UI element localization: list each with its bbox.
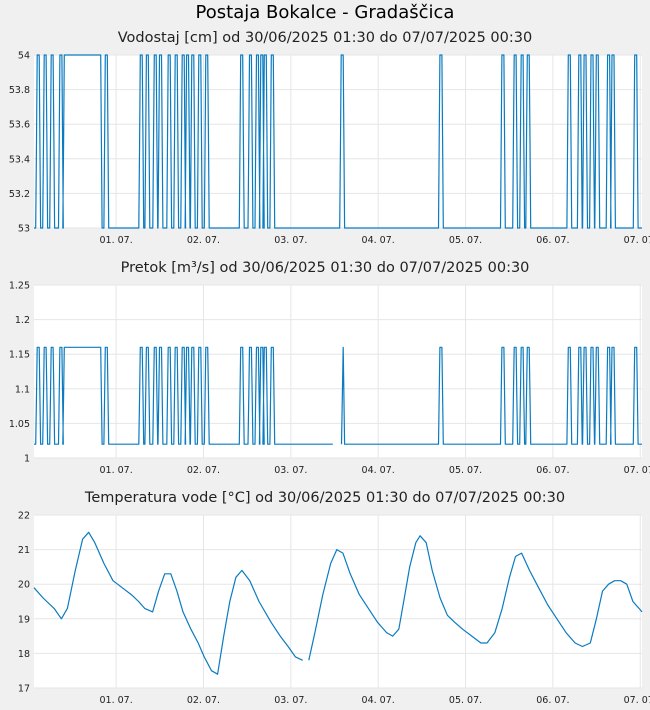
temperatura-xtick-label: 04. 07. xyxy=(362,695,395,706)
pretok-xtick-label: 02. 07. xyxy=(187,465,220,476)
vodostaj-xtick-label: 06. 07. xyxy=(536,235,569,246)
vodostaj-ytick-label: 53.4 xyxy=(9,154,30,165)
vodostaj-xtick-label: 03. 07. xyxy=(274,235,307,246)
chart-vodostaj: 53 53.2 53.4 53.6 53.8 54 01. 07. 02. 07. 03. 07… xyxy=(9,51,650,247)
pretok-ytick-label: 1.2 xyxy=(15,315,30,326)
temperatura-ytick-label: 21 xyxy=(18,545,30,556)
vodostaj-ytick-label: 53 xyxy=(18,224,30,235)
chart-temperatura: 17 18 19 20 21 22 01. 07. 02. 07. 03. 07. 04. 07.… xyxy=(18,511,650,707)
temperatura-plot-area xyxy=(34,515,642,688)
pretok-plot-area xyxy=(34,285,642,458)
pretok-ytick-label: 1.1 xyxy=(15,384,30,395)
vodostaj-xtick-label: 01. 07. xyxy=(99,235,132,246)
pretok-ytick-label: 1.15 xyxy=(9,350,30,361)
pretok-xtick-label: 05. 07. xyxy=(449,465,482,476)
vodostaj-xtick-label: 07. 07. xyxy=(624,235,650,246)
temperatura-xtick-label: 06. 07. xyxy=(536,695,569,706)
pretok-ytick-label: 1.05 xyxy=(9,419,30,430)
pretok-xtick-label: 06. 07. xyxy=(536,465,569,476)
pretok-xtick-label: 01. 07. xyxy=(99,465,132,476)
temperatura-ytick-label: 22 xyxy=(18,511,30,522)
vodostaj-xtick-label: 04. 07. xyxy=(362,235,395,246)
chart-pretok: 1 1.05 1.1 1.15 1.2 1.25 01. 07. 02. 07. 03. 07.… xyxy=(9,281,650,477)
vodostaj-ytick-label: 53.6 xyxy=(9,120,30,131)
temperatura-xtick-label: 07. 07. xyxy=(624,695,650,706)
temperatura-xtick-label: 02. 07. xyxy=(187,695,220,706)
temperatura-xtick-label: 03. 07. xyxy=(274,695,307,706)
pretok-ytick-label: 1.25 xyxy=(9,281,30,292)
chart-title-pretok: Pretok [m³/s] od 30/06/2025 01:30 do 07/… xyxy=(120,260,530,276)
vodostaj-plot-area xyxy=(34,55,642,228)
temperatura-ytick-label: 18 xyxy=(18,649,30,660)
vodostaj-ytick-label: 54 xyxy=(18,51,30,62)
vodostaj-ytick-label: 53.2 xyxy=(9,189,30,200)
pretok-xtick-label: 07. 07. xyxy=(624,465,650,476)
temperatura-ytick-label: 20 xyxy=(18,580,30,591)
pretok-xtick-label: 04. 07. xyxy=(362,465,395,476)
temperatura-xtick-label: 05. 07. xyxy=(449,695,482,706)
vodostaj-xtick-label: 05. 07. xyxy=(449,235,482,246)
page-title: Postaja Bokalce - Gradaščica xyxy=(195,2,455,23)
temperatura-xtick-label: 01. 07. xyxy=(99,695,132,706)
vodostaj-xtick-label: 02. 07. xyxy=(187,235,220,246)
chart-title-vodostaj: Vodostaj [cm] od 30/06/2025 01:30 do 07/… xyxy=(117,30,533,46)
pretok-xtick-label: 03. 07. xyxy=(274,465,307,476)
pretok-ytick-label: 1 xyxy=(24,454,30,465)
chart-title-temperatura: Temperatura vode [°C] od 30/06/2025 01:3… xyxy=(84,490,566,506)
temperatura-ytick-label: 17 xyxy=(18,684,30,695)
temperatura-ytick-label: 19 xyxy=(18,614,30,625)
vodostaj-ytick-label: 53.8 xyxy=(9,85,30,96)
